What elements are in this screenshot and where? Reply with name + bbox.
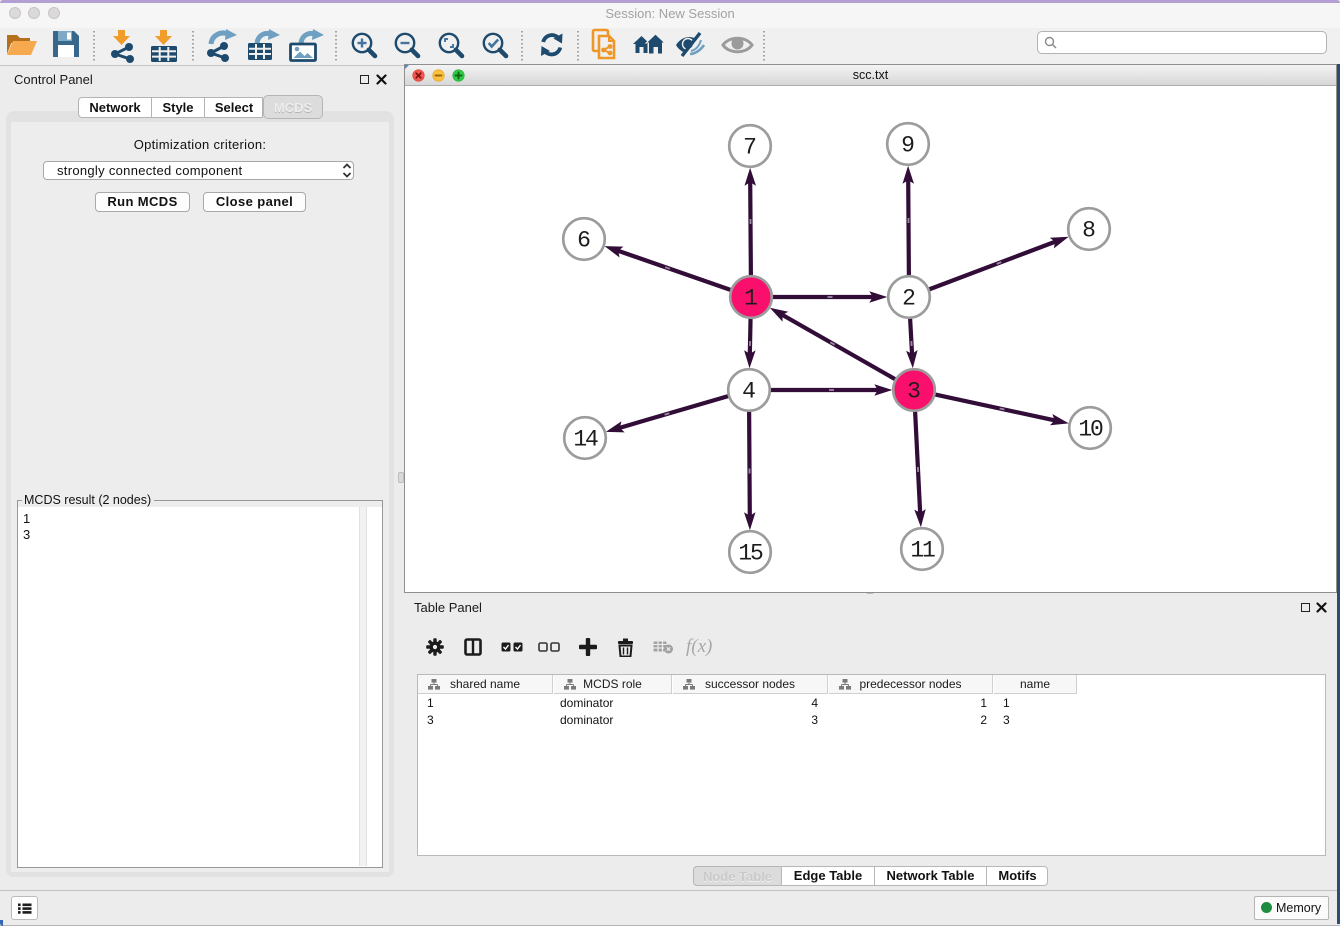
svg-text:4: 4 — [742, 379, 756, 405]
svg-text:14: 14 — [573, 427, 598, 453]
svg-text:15: 15 — [738, 541, 763, 567]
svg-text:1: 1 — [744, 286, 758, 312]
svg-text:11: 11 — [910, 538, 935, 564]
svg-text:6: 6 — [577, 228, 591, 254]
svg-text:9: 9 — [901, 133, 915, 159]
svg-text:3: 3 — [907, 379, 921, 405]
svg-text:8: 8 — [1082, 218, 1096, 244]
svg-text:10: 10 — [1078, 417, 1103, 443]
svg-text:7: 7 — [743, 135, 757, 161]
svg-text:2: 2 — [902, 286, 916, 312]
